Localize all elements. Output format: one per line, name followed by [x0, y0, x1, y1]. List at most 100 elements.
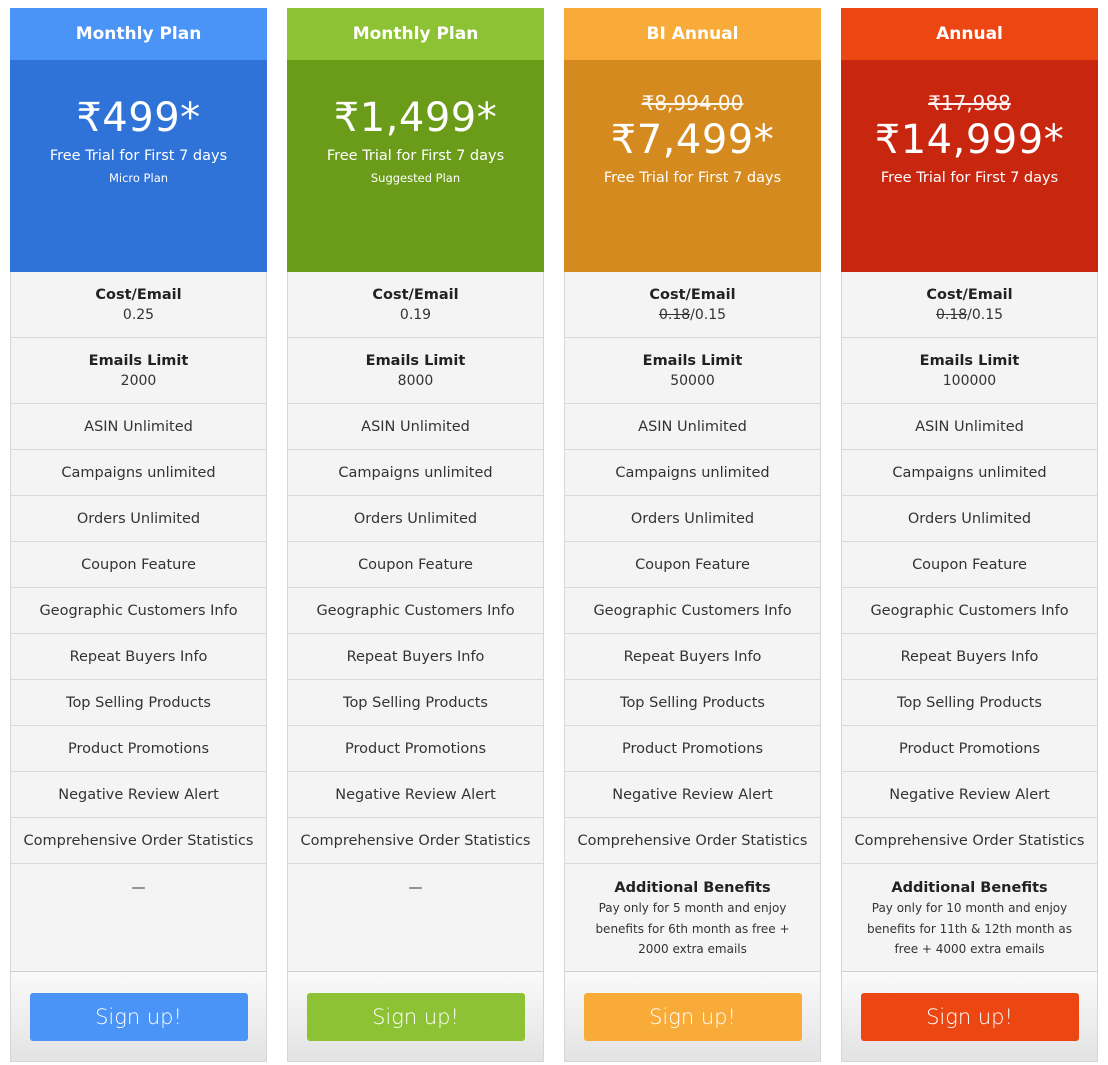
feature-orders-unlimited: Orders Unlimited — [842, 496, 1097, 542]
free-trial-text: Free Trial for First 7 days — [326, 148, 505, 164]
feature-top-selling-products: Top Selling Products — [11, 680, 266, 726]
feature-geographic-customers-info: Geographic Customers Info — [288, 588, 543, 634]
emails-limit-row: Emails Limit 8000 — [288, 338, 543, 404]
plan-price: ₹7,499* — [610, 117, 775, 163]
plan-header: Monthly Plan — [10, 8, 267, 60]
feature-top-selling-products: Top Selling Products — [842, 680, 1097, 726]
sign-up-button[interactable]: Sign up! — [29, 992, 248, 1041]
additional-benefits-row: — — [288, 864, 543, 972]
free-trial-text: Free Trial for First 7 days — [603, 170, 782, 186]
cost-per-email-label: Cost/Email — [926, 286, 1013, 303]
pricing-plan-annual-3: Annual ₹17,988 ₹14,999* Free Trial for Firs… — [841, 8, 1098, 1062]
feature-asin-unlimited: ASIN Unlimited — [11, 404, 266, 450]
additional-benefits-row: — — [11, 864, 266, 972]
emails-limit-label: Emails Limit — [642, 352, 743, 369]
feature-asin-unlimited: ASIN Unlimited — [565, 404, 820, 450]
feature-coupon-feature: Coupon Feature — [288, 542, 543, 588]
feature-campaigns-unlimited: Campaigns unlimited — [11, 450, 266, 496]
emails-limit-label: Emails Limit — [919, 352, 1020, 369]
additional-benefits-row: Additional Benefits Pay only for 10 month… — [842, 864, 1097, 972]
emails-limit-row: Emails Limit 2000 — [11, 338, 266, 404]
emails-limit-label: Emails Limit — [365, 352, 466, 369]
feature-top-selling-products: Top Selling Products — [288, 680, 543, 726]
feature-campaigns-unlimited: Campaigns unlimited — [288, 450, 543, 496]
no-benefits-dash: — — [408, 880, 423, 896]
pricing-plan-bi-annual-2: BI Annual ₹8,994.00 ₹7,499* Free Trial for … — [564, 8, 821, 1062]
feature-orders-unlimited: Orders Unlimited — [565, 496, 820, 542]
feature-product-promotions: Product Promotions — [565, 726, 820, 772]
plan-price: ₹1,499* — [333, 95, 498, 141]
feature-product-promotions: Product Promotions — [11, 726, 266, 772]
pricing-table: Monthly Plan ₹499* Free Trial for First 7 … — [10, 8, 1098, 1062]
feature-repeat-buyers-info: Repeat Buyers Info — [11, 634, 266, 680]
current-cost-value: /0.15 — [690, 306, 727, 323]
feature-coupon-feature: Coupon Feature — [11, 542, 266, 588]
additional-benefits-title: Additional Benefits — [614, 880, 771, 896]
feature-repeat-buyers-info: Repeat Buyers Info — [842, 634, 1097, 680]
current-cost-value: 0.25 — [122, 306, 155, 323]
plan-header: Monthly Plan — [287, 8, 544, 60]
pricing-plan-monthly-plan-1: Monthly Plan ₹1,499* Free Trial for First … — [287, 8, 544, 1062]
feature-orders-unlimited: Orders Unlimited — [11, 496, 266, 542]
price-panel: ₹8,994.00 ₹7,499* Free Trial for First 7 d… — [564, 60, 821, 272]
feature-geographic-customers-info: Geographic Customers Info — [842, 588, 1097, 634]
emails-limit-row: Emails Limit 100000 — [842, 338, 1097, 404]
additional-benefits-text: Pay only for 10 month and enjoy benefits… — [867, 901, 1072, 956]
free-trial-text: Free Trial for First 7 days — [880, 170, 1059, 186]
cost-per-email-row: Cost/Email 0.18/0.15 — [842, 272, 1097, 338]
feature-asin-unlimited: ASIN Unlimited — [288, 404, 543, 450]
additional-benefits-row: Additional Benefits Pay only for 5 month … — [565, 864, 820, 972]
cost-per-email-row: Cost/Email 0.25 — [11, 272, 266, 338]
cost-per-email-label: Cost/Email — [649, 286, 736, 303]
feature-geographic-customers-info: Geographic Customers Info — [565, 588, 820, 634]
feature-geographic-customers-info: Geographic Customers Info — [11, 588, 266, 634]
current-cost-value: 0.19 — [399, 306, 432, 323]
cost-per-email-row: Cost/Email 0.18/0.15 — [565, 272, 820, 338]
plan-header: Annual — [841, 8, 1098, 60]
plan-subtitle: Suggested Plan — [370, 171, 461, 185]
cost-per-email-label: Cost/Email — [95, 286, 182, 303]
cost-per-email-value: 0.19 — [400, 305, 431, 325]
sign-up-button[interactable]: Sign up! — [860, 992, 1079, 1041]
price-panel: ₹499* Free Trial for First 7 days Micro Pl… — [10, 60, 267, 272]
plan-price: ₹14,999* — [874, 117, 1065, 163]
feature-comprehensive-order-statistics: Comprehensive Order Statistics — [842, 818, 1097, 864]
feature-coupon-feature: Coupon Feature — [842, 542, 1097, 588]
cost-per-email-value: 0.25 — [123, 305, 154, 325]
feature-negative-review-alert: Negative Review Alert — [565, 772, 820, 818]
plan-footer: Sign up! — [11, 972, 266, 1061]
price-panel: ₹17,988 ₹14,999* Free Trial for First 7 da… — [841, 60, 1098, 272]
emails-limit-value: 8000 — [397, 372, 434, 389]
no-benefits-dash: — — [131, 880, 146, 896]
cost-per-email-value: 0.18/0.15 — [659, 305, 726, 325]
feature-campaigns-unlimited: Campaigns unlimited — [842, 450, 1097, 496]
plan-footer: Sign up! — [565, 972, 820, 1061]
feature-product-promotions: Product Promotions — [842, 726, 1097, 772]
additional-benefits-text: Pay only for 5 month and enjoy benefits … — [595, 901, 790, 956]
pricing-plan-monthly-plan-0: Monthly Plan ₹499* Free Trial for First 7 … — [10, 8, 267, 1062]
feature-top-selling-products: Top Selling Products — [565, 680, 820, 726]
feature-repeat-buyers-info: Repeat Buyers Info — [565, 634, 820, 680]
feature-negative-review-alert: Negative Review Alert — [288, 772, 543, 818]
feature-comprehensive-order-statistics: Comprehensive Order Statistics — [11, 818, 266, 864]
feature-repeat-buyers-info: Repeat Buyers Info — [288, 634, 543, 680]
additional-benefits-title: Additional Benefits — [891, 880, 1048, 896]
emails-limit-value: 2000 — [120, 372, 157, 389]
emails-limit-value: 50000 — [670, 372, 715, 389]
free-trial-text: Free Trial for First 7 days — [49, 148, 228, 164]
feature-comprehensive-order-statistics: Comprehensive Order Statistics — [565, 818, 820, 864]
sign-up-button[interactable]: Sign up! — [583, 992, 802, 1041]
cost-per-email-value: 0.18/0.15 — [936, 305, 1003, 325]
old-cost-value: 0.18 — [935, 306, 968, 323]
emails-limit-label: Emails Limit — [88, 352, 189, 369]
plan-footer: Sign up! — [842, 972, 1097, 1061]
price-panel: ₹1,499* Free Trial for First 7 days Sugges… — [287, 60, 544, 272]
sign-up-button[interactable]: Sign up! — [306, 992, 525, 1041]
plan-subtitle: Micro Plan — [108, 171, 169, 185]
cost-per-email-row: Cost/Email 0.19 — [288, 272, 543, 338]
feature-product-promotions: Product Promotions — [288, 726, 543, 772]
feature-comprehensive-order-statistics: Comprehensive Order Statistics — [288, 818, 543, 864]
feature-asin-unlimited: ASIN Unlimited — [842, 404, 1097, 450]
feature-coupon-feature: Coupon Feature — [565, 542, 820, 588]
feature-campaigns-unlimited: Campaigns unlimited — [565, 450, 820, 496]
